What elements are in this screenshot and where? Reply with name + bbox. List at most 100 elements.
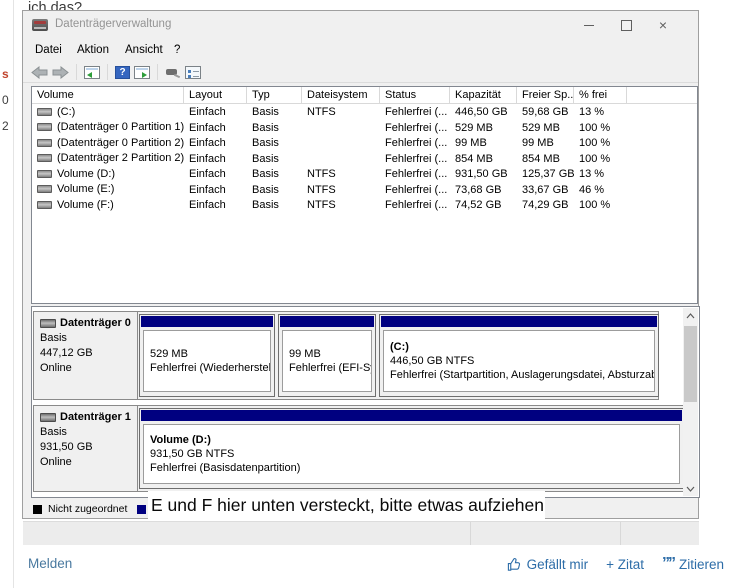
console-window-icon[interactable]	[134, 65, 150, 79]
disk-status: Online	[40, 456, 72, 468]
volume-name: (Datenträger 0 Partition 1)	[57, 121, 184, 134]
forward-icon[interactable]	[52, 65, 69, 79]
partition-efi[interactable]: 99 MB Fehlerfrei (EFI-Sys	[278, 314, 376, 397]
cell-frei-prozent: 100 %	[579, 152, 611, 165]
app-icon	[32, 19, 48, 31]
thumbs-up-icon	[507, 557, 520, 571]
minimize-icon	[584, 24, 594, 26]
quote-button[interactable]: ”” Zitieren	[662, 556, 724, 572]
table-header: Volume Layout Typ Dateisystem Status Kap…	[32, 87, 697, 104]
menu-help[interactable]: ?	[174, 44, 180, 56]
partition-status: Fehlerfrei (EFI-Sys	[289, 362, 371, 374]
toolbar: ?	[31, 62, 201, 82]
cell-layout: Einfach	[189, 152, 226, 165]
cell-kapazitaet: 854 MB	[455, 152, 493, 165]
partition-size: 529 MB	[150, 348, 188, 360]
cell-dateisystem	[302, 120, 380, 136]
table-row[interactable]: (C:) Einfach Basis NTFS Fehlerfrei (... …	[32, 104, 697, 120]
col-status[interactable]: Status	[380, 87, 450, 103]
help-icon[interactable]: ?	[115, 65, 130, 79]
disk-0-info[interactable]: Datenträger 0 Basis 447,12 GB Online	[34, 312, 138, 399]
volume-name: (C:)	[57, 105, 76, 118]
titlebar[interactable]: Datenträgerverwaltung ×	[23, 11, 698, 41]
volume-name: (Datenträger 2 Partition 2)	[57, 152, 184, 165]
cell-dateisystem	[302, 135, 380, 151]
maximize-icon	[620, 19, 632, 31]
cell-typ: Basis	[252, 183, 279, 196]
maximize-button[interactable]	[611, 13, 641, 37]
cell-status: Fehlerfrei (...	[385, 199, 448, 211]
scroll-down-icon[interactable]	[683, 481, 698, 496]
col-freier-sp[interactable]: Freier Sp...	[517, 87, 574, 103]
partition-name: (C:)	[390, 341, 409, 353]
partition-status: Fehlerfrei (Basisdatenpartition)	[150, 462, 301, 474]
scroll-up-icon[interactable]	[683, 308, 698, 323]
disk-icon	[40, 413, 56, 422]
cell-freier-sp: 74,29 GB	[522, 199, 569, 211]
table-row[interactable]: (Datenträger 2 Partition 2) Einfach Basi…	[32, 151, 697, 167]
quote-label: Zitieren	[678, 556, 724, 572]
close-icon: ×	[658, 17, 668, 33]
col-frei-prozent[interactable]: % frei	[574, 87, 627, 103]
cell-typ: Basis	[252, 106, 279, 118]
menu-ansicht[interactable]: Ansicht	[125, 44, 163, 56]
cell-kapazitaet: 931,50 GB	[455, 168, 508, 180]
table-row[interactable]: (Datenträger 0 Partition 2) Einfach Basi…	[32, 135, 697, 151]
margin-fragment-2: 2	[2, 119, 9, 133]
partition-color-band	[280, 316, 374, 327]
disk-status: Online	[40, 362, 72, 374]
properties-icon[interactable]	[185, 65, 201, 79]
add-quote-button[interactable]: + Zitat	[606, 557, 644, 572]
col-kapazitaet[interactable]: Kapazität	[450, 87, 517, 103]
cell-typ: Basis	[252, 199, 279, 211]
back-icon[interactable]	[31, 65, 48, 79]
partition-d[interactable]: Volume (D:) 931,50 GB NTFS Fehlerfrei (B…	[139, 408, 684, 489]
cell-status: Fehlerfrei (...	[385, 152, 448, 165]
toolbar-separator	[76, 64, 77, 80]
cell-kapazitaet: 529 MB	[455, 121, 493, 134]
green-arrow-icon	[142, 71, 147, 78]
cell-freier-sp: 854 MB	[522, 152, 560, 165]
primary-partition-swatch	[137, 504, 147, 514]
partition-c[interactable]: (C:) 446,50 GB NTFS Fehlerfrei (Startpar…	[379, 314, 659, 397]
disk-name: Datenträger 0	[60, 317, 131, 329]
console-tree-icon[interactable]	[84, 65, 100, 79]
cell-kapazitaet: 74,52 GB	[455, 199, 502, 211]
popup-menu-icon[interactable]	[165, 66, 181, 79]
partition-size: 99 MB	[289, 348, 321, 360]
cell-dateisystem: NTFS	[307, 168, 336, 180]
window-title: Datenträgerverwaltung	[55, 18, 172, 30]
table-row[interactable]: Volume (E:) Einfach Basis NTFS Fehlerfre…	[32, 182, 697, 198]
col-volume[interactable]: Volume	[32, 87, 184, 103]
like-button[interactable]: Gefällt mir	[507, 557, 588, 572]
partition-recovery[interactable]: 529 MB Fehlerfrei (Wiederherstellu	[139, 314, 275, 397]
volume-icon	[37, 154, 52, 163]
col-typ[interactable]: Typ	[247, 87, 302, 103]
cell-dateisystem: NTFS	[307, 199, 336, 211]
disk-1-info[interactable]: Datenträger 1 Basis 931,50 GB Online	[34, 406, 138, 491]
disk-management-window: Datenträgerverwaltung × Datei Aktion Ans…	[22, 10, 700, 519]
partition-size: 931,50 GB NTFS	[150, 448, 235, 460]
scrollbar-thumb[interactable]	[684, 326, 697, 402]
table-row[interactable]: Volume (F:) Einfach Basis NTFS Fehlerfre…	[32, 197, 697, 213]
vertical-scrollbar[interactable]	[683, 308, 698, 496]
partition-color-band	[381, 316, 657, 327]
volume-icon	[37, 123, 52, 132]
partition-name: Volume (D:)	[150, 434, 211, 446]
table-row[interactable]: (Datenträger 0 Partition 1) Einfach Basi…	[32, 120, 697, 136]
disk-kind: Basis	[40, 332, 67, 344]
cell-layout: Einfach	[189, 106, 226, 118]
strip-divider	[470, 522, 471, 545]
col-dateisystem[interactable]: Dateisystem	[302, 87, 380, 103]
minimize-button[interactable]	[574, 13, 604, 37]
report-link[interactable]: Melden	[28, 556, 72, 571]
cell-layout: Einfach	[189, 137, 226, 149]
footer-actions: Gefällt mir + Zitat ”” Zitieren	[507, 556, 724, 572]
col-layout[interactable]: Layout	[184, 87, 247, 103]
close-button[interactable]: ×	[648, 13, 678, 37]
menu-datei[interactable]: Datei	[35, 44, 62, 56]
menu-aktion[interactable]: Aktion	[77, 44, 109, 56]
table-row[interactable]: Volume (D:) Einfach Basis NTFS Fehlerfre…	[32, 166, 697, 182]
disk-0-row: Datenträger 0 Basis 447,12 GB Online 529…	[33, 311, 659, 400]
cell-layout: Einfach	[189, 199, 226, 211]
